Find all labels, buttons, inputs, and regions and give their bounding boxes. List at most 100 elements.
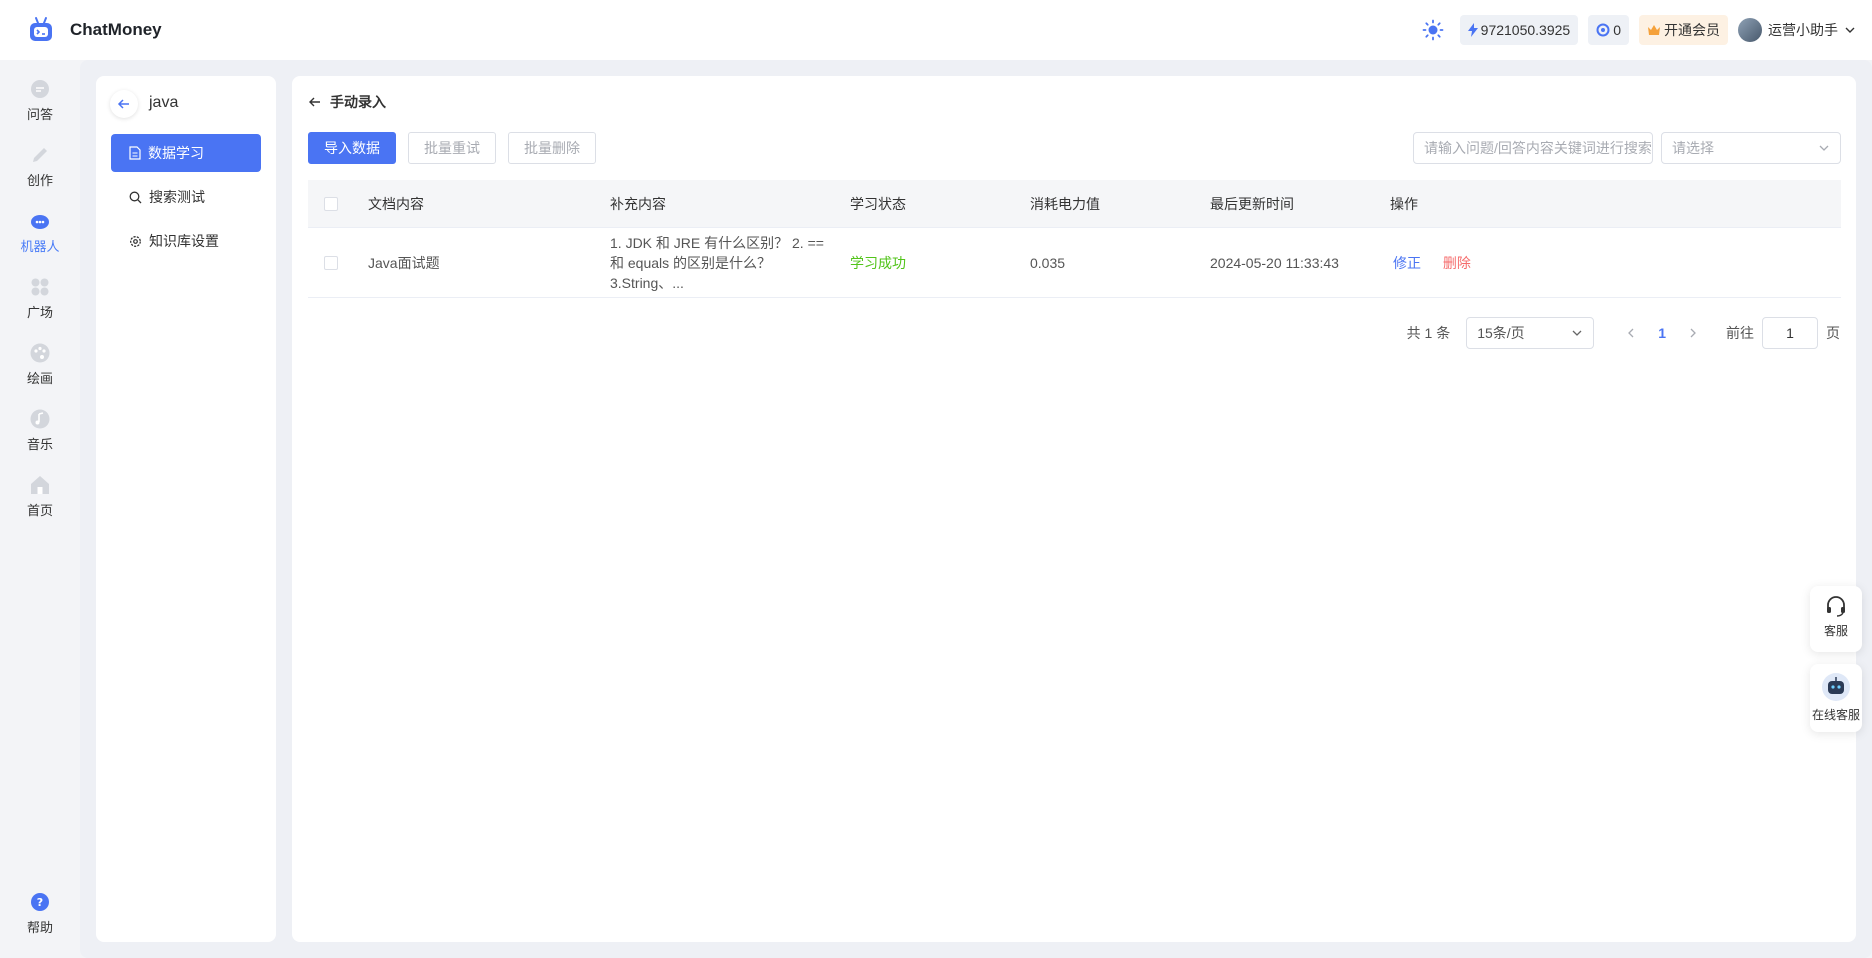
menu-label: 数据学习	[148, 145, 204, 161]
back-button[interactable]	[110, 90, 138, 118]
delete-link[interactable]: 删除	[1443, 255, 1471, 271]
nav-label: 创作	[26, 173, 53, 188]
nav-item-draw[interactable]: 绘画	[0, 342, 80, 387]
table-header: 文档内容 补充内容 学习状态 消耗电力值 最后更新时间 操作	[308, 180, 1841, 228]
help-icon: ?	[31, 893, 49, 911]
row-actions: 修正 删除	[1393, 253, 1471, 273]
nav-item-help[interactable]: ? 帮助	[0, 891, 80, 936]
top-header: ChatMoney 9721050.3925 0 开通会员 运营小助手	[0, 0, 1872, 60]
user-menu[interactable]: 运营小助手	[1738, 18, 1856, 42]
row-checkbox[interactable]	[324, 255, 338, 270]
chevron-down-icon	[1572, 330, 1582, 336]
service-label: 客服	[1823, 624, 1848, 638]
current-page[interactable]: 1	[1658, 325, 1666, 341]
col-header: 操作	[1390, 195, 1418, 212]
batch-retry-button[interactable]: 批量重试	[408, 132, 496, 164]
token-value: 0	[1613, 22, 1621, 38]
document-icon	[129, 146, 141, 160]
theme-toggle-icon[interactable]	[1422, 19, 1444, 41]
chat-icon	[31, 80, 49, 98]
menu-data-learning[interactable]: 数据学习	[111, 134, 261, 172]
app-title: ChatMoney	[70, 20, 162, 39]
gear-icon	[130, 235, 141, 247]
kb-sidebar: java 数据学习 搜索测试 知识库设置	[96, 76, 276, 942]
arrow-left-icon	[309, 97, 320, 107]
avatar	[1738, 18, 1762, 42]
nav-label: 绘画	[26, 371, 53, 386]
menu-label: 搜索测试	[149, 189, 205, 205]
svg-text:?: ?	[37, 896, 43, 909]
col-header: 最后更新时间	[1210, 195, 1294, 212]
lightning-icon	[1467, 23, 1478, 37]
cell-doc: Java面试题	[368, 254, 440, 271]
grid-icon	[31, 278, 49, 296]
cell-updated: 2024-05-20 11:33:43	[1210, 254, 1339, 271]
cell-supplement: 1. JDK 和 JRE 有什么区别？ 2. == 和 equals 的区别是什…	[610, 234, 824, 291]
batch-delete-button[interactable]: 批量删除	[508, 132, 596, 164]
search-input[interactable]: 请输入问题/回答内容关键词进行搜索	[1413, 132, 1653, 164]
home-icon	[31, 476, 49, 494]
robot-icon	[1822, 673, 1850, 701]
headset-icon	[1827, 596, 1845, 617]
prev-page-icon[interactable]	[1626, 327, 1636, 339]
logo[interactable]: ChatMoney	[26, 15, 162, 45]
next-page-icon[interactable]	[1688, 327, 1698, 339]
content-area: 手动录入 导入数据 批量重试 批量删除 请输入问题/回答内容关键词进行搜索 请选…	[292, 76, 1856, 942]
total-count: 共 1 条	[1406, 325, 1451, 341]
music-icon	[30, 409, 50, 429]
nav-item-create[interactable]: 创作	[0, 144, 80, 189]
menu-label: 知识库设置	[149, 233, 219, 249]
col-header: 学习状态	[850, 195, 906, 212]
robot-logo-icon	[30, 17, 52, 41]
edit-link[interactable]: 修正	[1393, 255, 1421, 271]
online-service-button[interactable]: 在线客服	[1810, 664, 1862, 732]
nav-item-square[interactable]: 广场	[0, 276, 80, 321]
col-header: 文档内容	[368, 195, 424, 212]
robot-icon	[31, 215, 49, 229]
online-service-label: 在线客服	[1811, 708, 1860, 722]
status-select[interactable]: 请选择	[1661, 132, 1841, 164]
table-row: Java面试题 1. JDK 和 JRE 有什么区别？ 2. == 和 equa…	[308, 228, 1841, 298]
pen-icon	[33, 148, 47, 162]
vip-button[interactable]: 开通会员	[1639, 15, 1728, 45]
customer-service-button[interactable]: 客服	[1810, 586, 1862, 652]
import-data-button[interactable]: 导入数据	[308, 132, 396, 164]
vip-label: 开通会员	[1664, 22, 1720, 38]
nav-item-robot[interactable]: 机器人	[0, 210, 80, 255]
nav-item-qa[interactable]: 问答	[0, 78, 80, 123]
breadcrumb[interactable]: 手动录入	[308, 92, 386, 112]
select-all-checkbox[interactable]	[324, 196, 338, 211]
goto-page-input[interactable]: 1	[1762, 317, 1818, 349]
balance-chip[interactable]: 9721050.3925	[1459, 15, 1579, 45]
page-title: 手动录入	[330, 94, 386, 110]
token-chip[interactable]: 0	[1588, 15, 1629, 45]
arrow-left-icon	[117, 99, 129, 109]
user-name: 运营小助手	[1768, 22, 1838, 38]
palette-icon	[30, 343, 50, 363]
goto-prefix: 前往	[1726, 325, 1754, 341]
goto-suffix: 页	[1826, 325, 1840, 341]
nav-label: 首页	[26, 503, 53, 518]
main-nav-rail: 问答 创作 机器人 广场 绘画 音乐 首页 ? 帮助	[0, 60, 80, 958]
col-header: 补充内容	[610, 195, 666, 212]
token-icon	[1596, 23, 1610, 37]
chevron-down-icon	[1819, 145, 1829, 151]
pagination: 共 1 条 15条/页 1 前往 1 页	[1407, 317, 1840, 349]
kb-name: java	[149, 94, 179, 111]
col-header: 消耗电力值	[1030, 195, 1100, 212]
cell-cost: 0.035	[1030, 254, 1066, 271]
chevron-down-icon	[1845, 27, 1855, 33]
page-size-value: 15条/页	[1477, 325, 1525, 341]
search-icon	[129, 191, 142, 203]
menu-search-test[interactable]: 搜索测试	[111, 178, 261, 216]
crown-icon	[1648, 25, 1660, 35]
select-placeholder: 请选择	[1672, 140, 1714, 156]
balance-value: 9721050.3925	[1480, 22, 1571, 38]
data-table: 文档内容 补充内容 学习状态 消耗电力值 最后更新时间 操作 Java面试题 1…	[308, 180, 1841, 298]
nav-label: 机器人	[20, 239, 60, 254]
nav-item-music[interactable]: 音乐	[0, 408, 80, 453]
page-size-select[interactable]: 15条/页	[1466, 317, 1595, 349]
toolbar: 导入数据 批量重试 批量删除	[308, 132, 608, 164]
menu-kb-settings[interactable]: 知识库设置	[111, 222, 261, 260]
nav-item-home[interactable]: 首页	[0, 474, 80, 519]
